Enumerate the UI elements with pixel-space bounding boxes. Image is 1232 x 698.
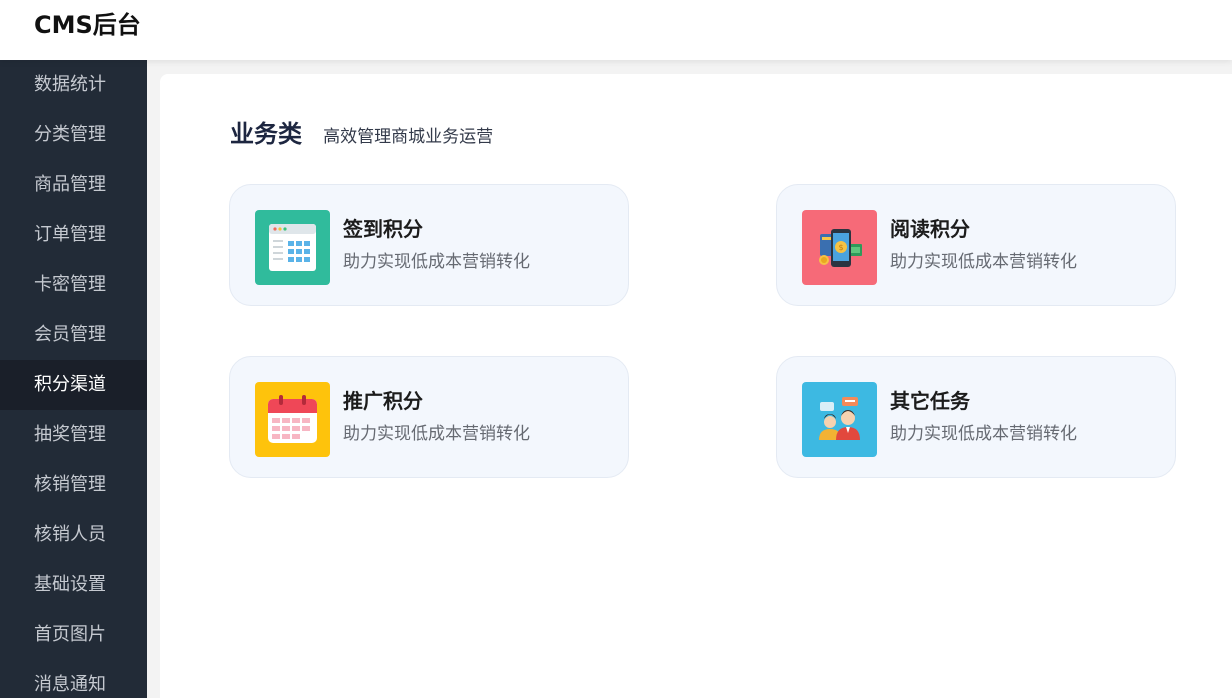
sidebar-item-verifiers[interactable]: 核销人员 (0, 510, 147, 560)
sidebar-item-notifications[interactable]: 消息通知 (0, 660, 147, 698)
card-description: 助力实现低成本营销转化 (890, 252, 1077, 272)
sidebar-item-data-stats[interactable]: 数据统计 (0, 60, 147, 110)
sidebar-item-verification[interactable]: 核销管理 (0, 460, 147, 510)
card-description: 助力实现低成本营销转化 (343, 252, 530, 272)
sidebar-item-category[interactable]: 分类管理 (0, 110, 147, 160)
sidebar-item-points-channel[interactable]: 积分渠道 (0, 360, 147, 410)
section-subtitle: 高效管理商城业务运营 (323, 127, 494, 147)
calendar-icon (255, 382, 330, 457)
app-logo[interactable]: CMS后台 (34, 10, 141, 40)
card-description: 助力实现低成本营销转化 (343, 424, 530, 444)
card-promotion-points[interactable]: 推广积分 助力实现低成本营销转化 (229, 356, 629, 478)
card-reading-points[interactable]: $ 阅读积分 助力实现低成本营销转化 (776, 184, 1176, 306)
card-title: 推广积分 (343, 389, 423, 413)
mobile-payment-icon: $ (802, 210, 877, 285)
svg-text:$: $ (838, 243, 843, 252)
section-title: 业务类 (230, 120, 302, 148)
card-title: 阅读积分 (890, 217, 970, 241)
card-title: 其它任务 (890, 389, 970, 413)
people-chat-icon (802, 382, 877, 457)
sidebar-item-card-keys[interactable]: 卡密管理 (0, 260, 147, 310)
card-signin-points[interactable]: 签到积分 助力实现低成本营销转化 (229, 184, 629, 306)
calendar-grid-icon (255, 210, 330, 285)
section-header: 业务类 高效管理商城业务运营 (230, 114, 494, 148)
main-content: 业务类 高效管理商城业务运营 签到积分 助力实现低成本营销转化 $ 阅读积分 助… (160, 74, 1232, 698)
sidebar-item-home-images[interactable]: 首页图片 (0, 610, 147, 660)
top-header-bar: CMS后台 (0, 0, 1232, 60)
card-other-tasks[interactable]: 其它任务 助力实现低成本营销转化 (776, 356, 1176, 478)
card-description: 助力实现低成本营销转化 (890, 424, 1077, 444)
sidebar-nav: 数据统计 分类管理 商品管理 订单管理 卡密管理 会员管理 积分渠道 抽奖管理 … (0, 60, 147, 698)
sidebar-item-products[interactable]: 商品管理 (0, 160, 147, 210)
sidebar-item-basic-settings[interactable]: 基础设置 (0, 560, 147, 610)
sidebar-item-orders[interactable]: 订单管理 (0, 210, 147, 260)
card-title: 签到积分 (343, 217, 423, 241)
sidebar-item-members[interactable]: 会员管理 (0, 310, 147, 360)
sidebar-item-lottery[interactable]: 抽奖管理 (0, 410, 147, 460)
